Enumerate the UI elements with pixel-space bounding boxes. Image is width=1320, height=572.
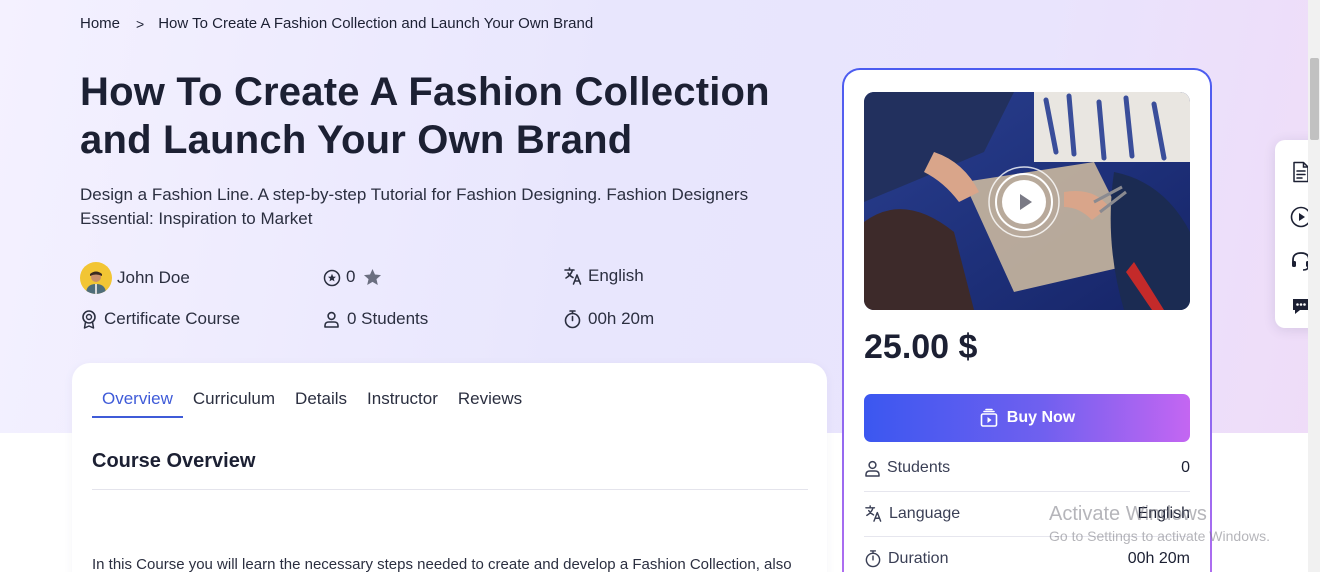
buy-now-button[interactable]: Buy Now	[864, 394, 1190, 442]
students-meta: 0 Students	[323, 309, 428, 329]
rating-badge-icon	[323, 269, 341, 287]
user-icon	[865, 460, 880, 477]
course-subtitle-line1: Design a Fashion Line. A step-by-step Tu…	[80, 185, 749, 204]
certificate-meta: Certificate Course	[80, 309, 240, 329]
course-content-card: Overview Curriculum Details Instructor R…	[72, 363, 827, 572]
certificate-icon	[82, 310, 96, 329]
breadcrumb-separator: >	[136, 15, 145, 32]
info-row-students: Students 0	[864, 459, 1190, 477]
info-divider	[864, 491, 1190, 492]
user-icon	[324, 311, 339, 328]
course-title: How To Create A Fashion Collection and L…	[80, 68, 820, 164]
tab-instructor[interactable]: Instructor	[357, 381, 448, 418]
watermark-title: Activate Windows	[1049, 503, 1207, 525]
course-overview-text: In this Course you will learn the necess…	[92, 556, 792, 572]
translate-icon	[865, 505, 882, 522]
tab-overview[interactable]: Overview	[92, 381, 183, 418]
certificate-label: Certificate Course	[104, 309, 241, 328]
duration-value: 00h 20m	[588, 309, 655, 328]
rating-meta: 0	[323, 266, 382, 287]
stopwatch-icon	[865, 550, 881, 568]
stopwatch-icon	[564, 310, 581, 329]
translate-icon	[564, 267, 582, 285]
course-title-line2: and Launch Your Own Brand	[80, 118, 633, 162]
breadcrumb-current: How To Create A Fashion Collection and L…	[158, 15, 594, 32]
course-tabs: Overview Curriculum Details Instructor R…	[92, 381, 532, 418]
activate-windows-watermark: Activate Windows Go to Settings to activ…	[1049, 503, 1270, 544]
scrollbar-thumb[interactable]	[1310, 58, 1319, 140]
info-label-students: Students	[887, 459, 951, 476]
section-divider	[92, 489, 808, 490]
purchase-card: 25.00 $ Buy Now Students 0 Language Engl	[842, 68, 1212, 572]
rating-value: 0	[346, 266, 356, 286]
info-label-duration: Duration	[888, 549, 949, 567]
avatar	[80, 262, 112, 294]
course-title-line1: How To Create A Fashion Collection	[80, 70, 770, 114]
info-row-duration: Duration 00h 20m	[864, 549, 1190, 568]
breadcrumb-home-link[interactable]: Home	[80, 15, 120, 32]
info-value-students: 0	[1181, 459, 1190, 476]
instructor-meta[interactable]: John Doe	[80, 262, 190, 294]
watermark-subtitle: Go to Settings to activate Windows.	[1049, 528, 1270, 544]
students-count: 0 Students	[347, 309, 429, 328]
duration-meta: 00h 20m	[563, 309, 654, 329]
course-price: 25.00 $	[864, 328, 978, 366]
course-subtitle-line2: Essential: Inspiration to Market	[80, 209, 313, 228]
play-button-icon[interactable]	[987, 165, 1061, 239]
breadcrumb: Home > How To Create A Fashion Collectio…	[80, 15, 593, 32]
star-icon	[364, 268, 382, 285]
info-label-language: Language	[889, 504, 961, 522]
video-library-icon	[980, 408, 998, 427]
language-meta: English	[563, 266, 644, 286]
tab-reviews[interactable]: Reviews	[448, 381, 532, 418]
course-preview-video[interactable]	[864, 92, 1190, 310]
buy-now-label: Buy Now	[1006, 409, 1076, 426]
instructor-name: John Doe	[117, 268, 190, 287]
language-value: English	[588, 266, 644, 285]
info-value-duration: 00h 20m	[1127, 549, 1190, 567]
tab-curriculum[interactable]: Curriculum	[183, 381, 285, 418]
course-subtitle: Design a Fashion Line. A step-by-step Tu…	[80, 183, 800, 231]
tab-details[interactable]: Details	[285, 381, 357, 418]
course-overview-heading: Course Overview	[92, 450, 256, 472]
